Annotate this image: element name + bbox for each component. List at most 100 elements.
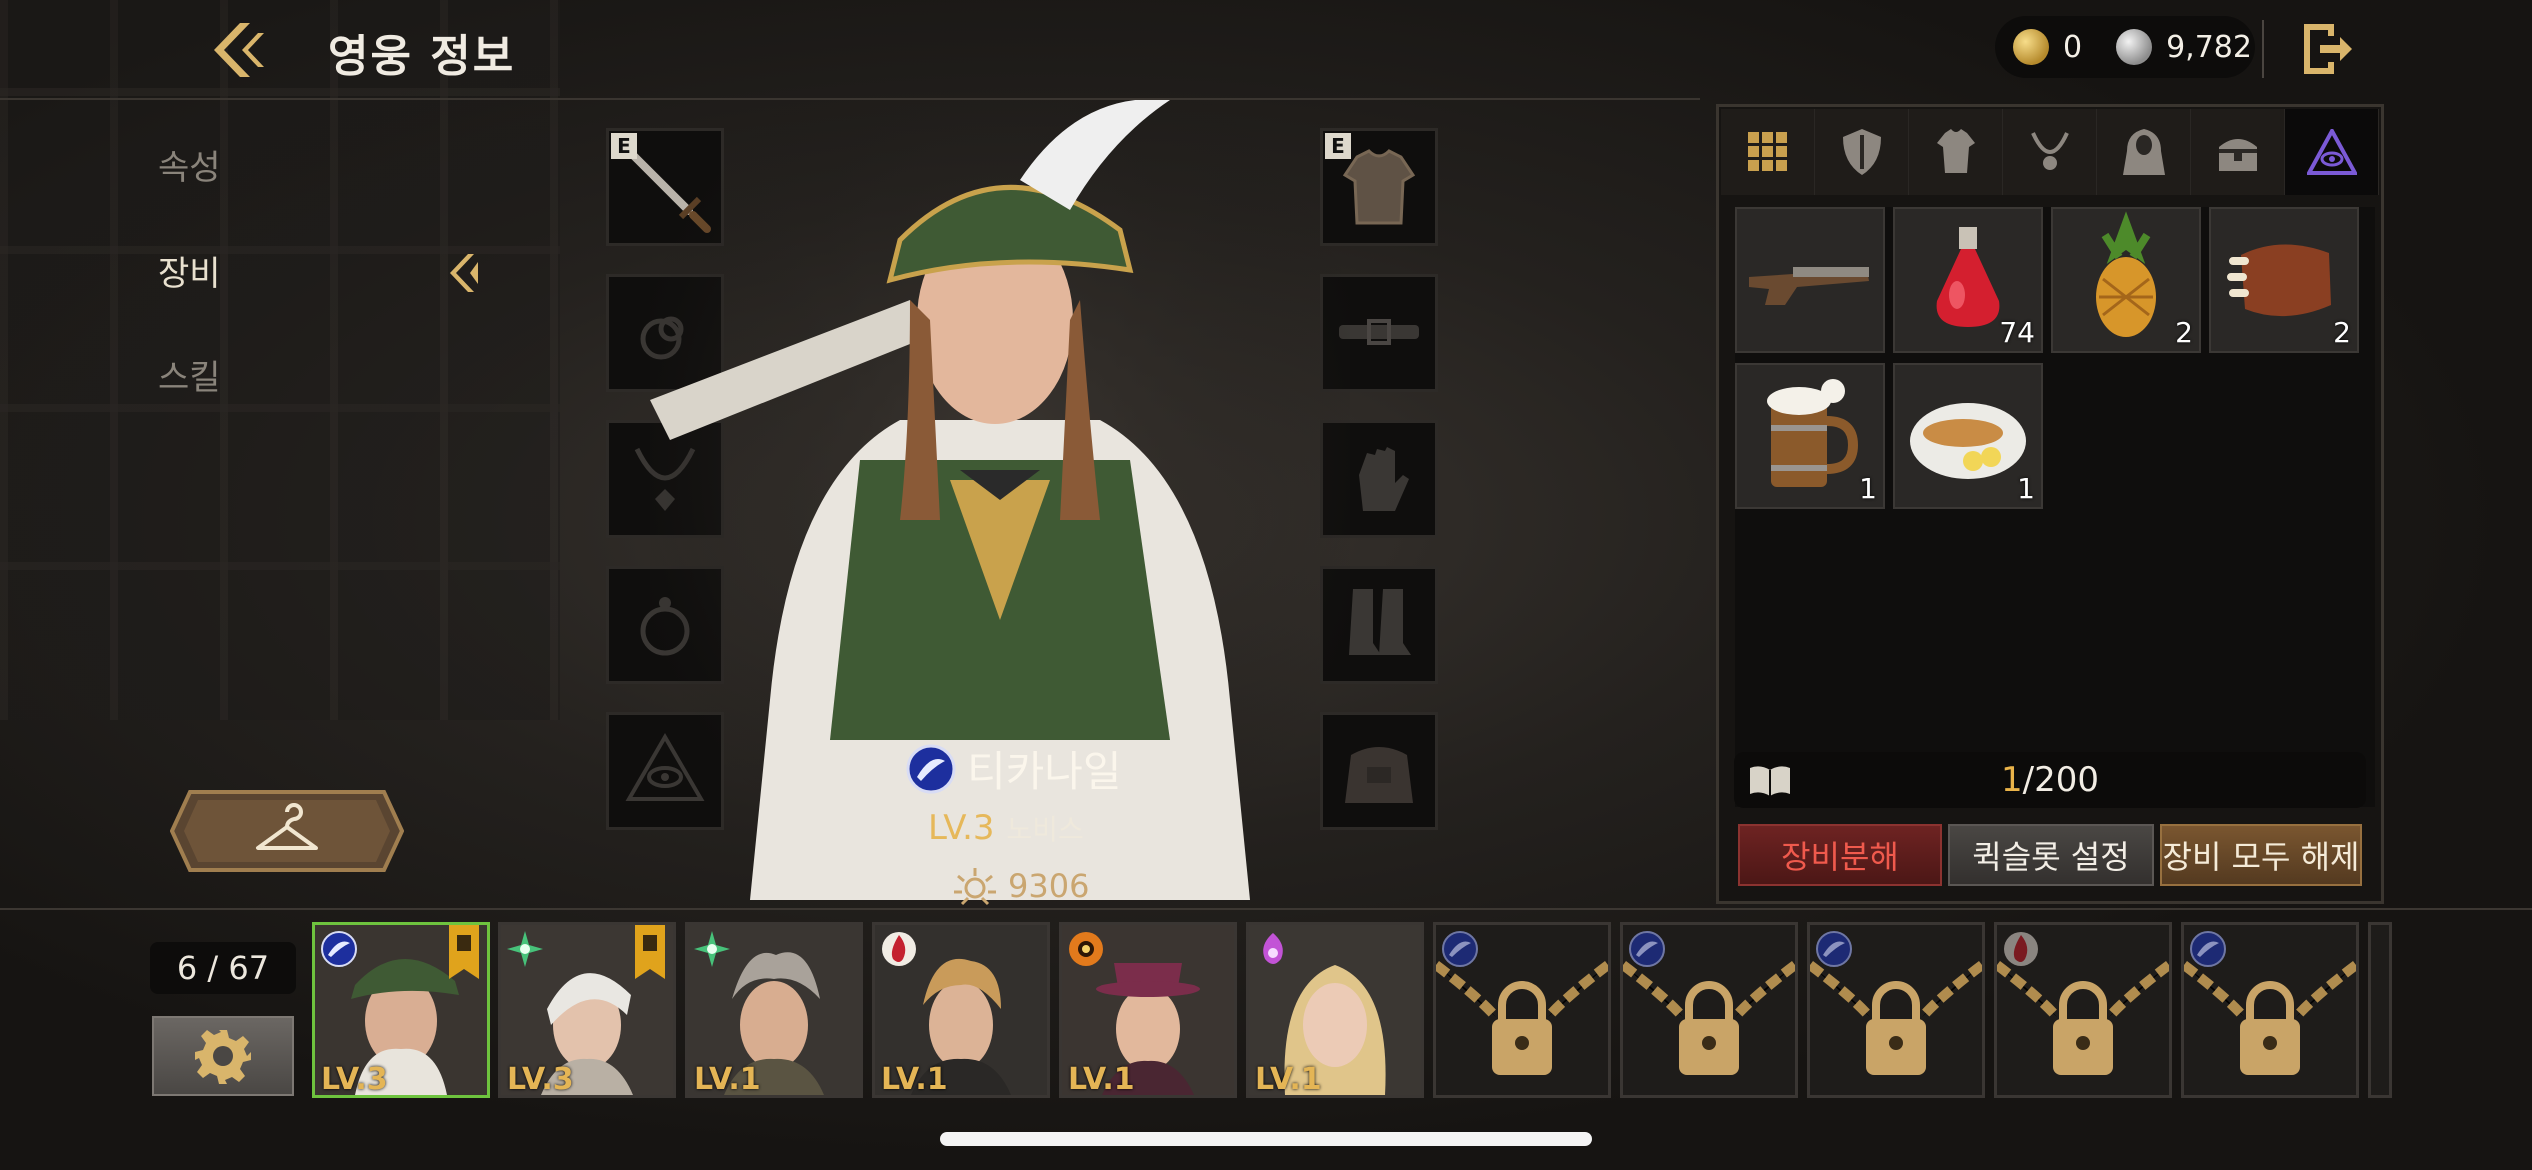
item-count: 2 (2333, 316, 2351, 349)
locked-hero-card[interactable] (1807, 922, 1985, 1098)
item-count: 1 (2017, 472, 2035, 505)
hero-power: 9306 (952, 866, 1089, 906)
locked-hero-card[interactable] (1620, 922, 1798, 1098)
home-indicator[interactable] (940, 1132, 1592, 1146)
wind-element-icon (507, 931, 543, 967)
silver-coin-icon (2116, 29, 2153, 65)
hanger-icon (256, 803, 318, 850)
hero-card[interactable]: LV.3 (312, 922, 490, 1098)
hero-power-value: 9306 (1008, 867, 1090, 905)
hero-level: LV.3 노비스 (928, 808, 1084, 848)
grid-icon (1747, 132, 1787, 171)
menu-item-skills[interactable]: 스킬 (158, 350, 221, 399)
inventory-tabs (1721, 109, 2379, 195)
hero-card-level: LV.3 (507, 1062, 574, 1097)
inventory-grid: 74 2 2 1 1 (1735, 207, 2375, 807)
tab-accessories[interactable] (2003, 109, 2097, 195)
roster-separator (0, 908, 2532, 910)
item-roast-ribs[interactable]: 2 (2209, 207, 2359, 353)
capacity-text: 1/200 (1734, 760, 2366, 800)
hero-name: 티카나일 (905, 738, 1245, 799)
exit-button[interactable] (2290, 14, 2360, 84)
quickslot-button[interactable]: 퀵슬롯 설정 (1948, 824, 2154, 886)
hero-rank: 노비스 (1006, 813, 1084, 846)
exit-icon (2304, 24, 2352, 74)
item-count: 2 (2175, 316, 2193, 349)
hero-card-level: LV.1 (1068, 1062, 1135, 1097)
item-pineapple[interactable]: 2 (2051, 207, 2201, 353)
wind-element-icon (694, 931, 730, 967)
equipped-badge: E (611, 133, 637, 159)
chevron-left-icon (450, 254, 478, 292)
roster-settings-button[interactable] (152, 1016, 294, 1096)
inventory-capacity: 1/200 (1734, 752, 2366, 808)
back-button[interactable] (195, 10, 275, 90)
hero-card[interactable]: LV.1 (1246, 922, 1424, 1098)
hero-count: 6 / 67 (150, 942, 296, 994)
locked-hero-card[interactable] (1994, 922, 2172, 1098)
combat-power-icon (954, 868, 996, 906)
item-fish-plate[interactable]: 1 (1893, 363, 2043, 509)
hero-name-text: 티카나일 (967, 747, 1122, 796)
item-red-potion[interactable]: 74 (1893, 207, 2043, 353)
water-element-icon (321, 931, 357, 967)
sun-element-icon (1069, 932, 1103, 966)
capacity-current: 1 (2001, 760, 2023, 800)
eye-triangle-icon (2306, 129, 2357, 175)
rank-flag-icon (635, 925, 665, 979)
gear-icon (195, 1030, 251, 1084)
item-count: 1 (1859, 472, 1877, 505)
gold-amount: 0 (2063, 29, 2083, 65)
tab-all[interactable] (1721, 109, 1815, 195)
menu-item-attributes[interactable]: 속성 (158, 140, 221, 189)
hero-card-level: LV.1 (1255, 1062, 1322, 1097)
tab-chest[interactable] (2191, 109, 2285, 195)
double-chevron-left-icon (214, 23, 264, 77)
lock-icon (2184, 961, 2356, 1075)
lock-icon (1623, 961, 1795, 1075)
hero-level-text: LV.3 (928, 808, 995, 848)
hero-card[interactable]: LV.3 (498, 922, 676, 1098)
lock-icon (1997, 961, 2169, 1075)
costume-button[interactable] (169, 788, 405, 874)
armor-icon (1936, 129, 1975, 173)
gold-coin-icon (2013, 29, 2049, 65)
background-window-bars (0, 0, 560, 720)
hero-card[interactable]: LV.1 (685, 922, 863, 1098)
item-count: 74 (1999, 316, 2035, 349)
hero-card-level: LV.1 (694, 1062, 761, 1097)
silver-amount: 9,782 (2166, 29, 2252, 65)
lock-icon (1436, 961, 1608, 1075)
water-element-icon (906, 744, 956, 793)
currency-bar: 0 9,782 (1995, 16, 2255, 78)
menu-item-equipment[interactable]: 장비 (158, 246, 221, 295)
unequip-all-button[interactable]: 장비 모두 해제 (2160, 824, 2362, 886)
tab-weapons[interactable] (1815, 109, 1909, 195)
hero-card[interactable]: LV.1 (1059, 922, 1237, 1098)
lock-icon (1810, 961, 1982, 1075)
header-divider (2262, 20, 2264, 78)
locked-hero-card[interactable] (1433, 922, 1611, 1098)
hero-card[interactable]: LV.1 (872, 922, 1050, 1098)
capacity-max: /200 (2022, 760, 2099, 800)
hero-card-level: LV.3 (321, 1062, 388, 1097)
top-bar: 영웅 정보 0 9,782 (0, 0, 2532, 98)
rank-flag-icon (449, 925, 479, 979)
locked-hero-card[interactable] (2181, 922, 2359, 1098)
locked-hero-card-partial[interactable] (2368, 922, 2392, 1098)
tab-armor[interactable] (1909, 109, 2003, 195)
cloak-icon (2122, 129, 2165, 175)
fire-element-icon (882, 932, 916, 966)
tab-artifacts[interactable] (2285, 109, 2379, 195)
spirit-element-icon (1263, 933, 1283, 964)
hero-card-level: LV.1 (881, 1062, 948, 1097)
necklace-icon (2030, 132, 2069, 170)
page-title: 영웅 정보 (328, 31, 516, 82)
pistol-icon (1749, 267, 1869, 305)
chest-icon (2218, 139, 2257, 171)
shield-icon (1842, 129, 1881, 175)
item-beer-mug[interactable]: 1 (1735, 363, 1885, 509)
tab-cloak[interactable] (2097, 109, 2191, 195)
dismantle-button[interactable]: 장비분해 (1738, 824, 1942, 886)
item-flintlock-pistol[interactable] (1735, 207, 1885, 353)
